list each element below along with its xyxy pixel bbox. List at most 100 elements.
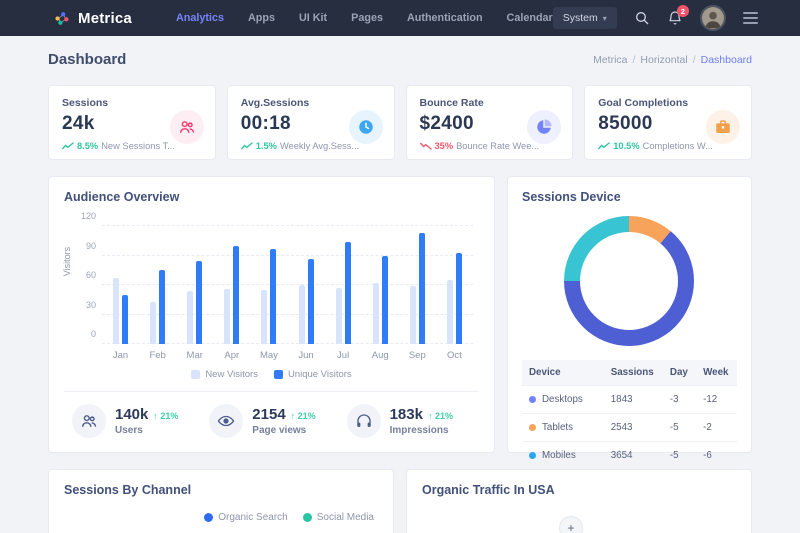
audience-stat-users: 140k↑ 21%Users <box>72 404 178 438</box>
users-icon <box>72 404 106 438</box>
device-cell: Desktops <box>522 386 604 414</box>
device-dot-icon <box>529 452 536 459</box>
headphones-icon <box>347 404 381 438</box>
breadcrumb-item-metrica[interactable]: Metrica <box>593 54 627 66</box>
y-axis-label: Visitors <box>62 247 72 276</box>
page-title: Dashboard <box>48 51 126 68</box>
channel-legend-item-social-media[interactable]: Social Media <box>303 512 374 523</box>
bar-chart-x-labels: JanFebMarAprMayJunJulAugSepOct <box>102 350 473 361</box>
audience-stat-value: 183k↑ 21% <box>390 406 453 423</box>
nav-item-apps[interactable]: Apps <box>248 12 275 24</box>
y-tick-label: 0 <box>72 329 96 339</box>
avatar[interactable] <box>700 5 726 31</box>
day-cell: -5 <box>663 442 696 470</box>
audience-overview-card: Audience Overview 0306090120Visitors Jan… <box>48 176 495 453</box>
bar-new-visitors-jan <box>113 278 119 344</box>
bar-group-jun <box>287 226 324 344</box>
audience-stat-label: Page views <box>252 425 315 436</box>
organic-traffic-card: Organic Traffic In USA + <box>406 469 752 533</box>
breadcrumb-separator: / <box>633 54 636 66</box>
audience-stat-label: Impressions <box>390 425 453 436</box>
trend-text: New Sessions T... <box>101 141 175 151</box>
users-icon <box>170 110 204 144</box>
week-cell: -6 <box>696 442 737 470</box>
x-tick-label: Sep <box>399 350 436 361</box>
nav-item-ui-kit[interactable]: UI Kit <box>299 12 327 24</box>
x-tick-label: Feb <box>139 350 176 361</box>
bar-new-visitors-jul <box>336 288 342 344</box>
breadcrumb-item-horizontal[interactable]: Horizontal <box>640 54 687 66</box>
metrica-logo-icon <box>54 10 71 27</box>
legend-item-unique-visitors[interactable]: Unique Visitors <box>274 369 352 380</box>
bar-group-feb <box>139 226 176 344</box>
menu-toggle-icon[interactable] <box>743 12 758 24</box>
stat-label: Bounce Rate <box>420 97 560 109</box>
bar-new-visitors-aug <box>373 283 379 344</box>
stat-cards-row: Sessions24k8.5%New Sessions T...Avg.Sess… <box>0 85 800 160</box>
trend-percent: 35% <box>435 141 454 151</box>
trend-percent: 1.5% <box>256 141 277 151</box>
nav-item-analytics[interactable]: Analytics <box>176 12 224 24</box>
organic-traffic-title: Organic Traffic In USA <box>422 483 736 497</box>
breadcrumb-item-dashboard[interactable]: Dashboard <box>701 54 752 66</box>
search-button[interactable] <box>634 10 650 26</box>
x-tick-label: May <box>250 350 287 361</box>
bar-new-visitors-mar <box>187 291 193 344</box>
top-navbar: Metrica Analytics Apps UI Kit Pages Authenti… <box>0 0 800 36</box>
device-table-header-sassions: Sassions <box>604 360 663 386</box>
bar-group-jan <box>102 226 139 344</box>
channel-legend-item-organic-search[interactable]: Organic Search <box>204 512 287 523</box>
sessions-device-title: Sessions Device <box>522 190 737 204</box>
legend-item-new-visitors[interactable]: New Visitors <box>191 369 258 380</box>
nav-item-authentication[interactable]: Authentication <box>407 12 483 24</box>
system-dropdown[interactable]: System ▾ <box>553 7 617 29</box>
legend-label: New Visitors <box>205 369 258 380</box>
bar-new-visitors-may <box>261 290 267 344</box>
sessions-cell: 1843 <box>604 386 663 414</box>
bar-unique-visitors-jun <box>308 259 314 344</box>
nav-item-calendar[interactable]: Calendar <box>507 12 553 24</box>
x-tick-label: Apr <box>213 350 250 361</box>
audience-stats-row: 140k↑ 21%Users2154↑ 21%Page views183k↑ 2… <box>64 391 479 438</box>
audience-stat-delta: ↑ 21% <box>153 411 178 421</box>
bar-unique-visitors-may <box>270 249 276 344</box>
audience-stat-impressions: 183k↑ 21% Impressions <box>347 404 453 438</box>
nav-item-pages[interactable]: Pages <box>351 12 383 24</box>
bar-unique-visitors-jan <box>122 295 128 344</box>
y-tick-label: 120 <box>72 211 96 221</box>
x-tick-label: Jun <box>287 350 324 361</box>
week-cell: -12 <box>696 386 737 414</box>
audience-overview-title: Audience Overview <box>64 190 479 204</box>
sessions-by-channel-card: Sessions By Channel Organic SearchSocial… <box>48 469 394 533</box>
navbar-right: System ▾ 2 <box>553 5 758 31</box>
bar-groups <box>102 226 473 344</box>
nav-menu: Analytics Apps UI Kit Pages Authentication Ca… <box>176 12 553 24</box>
map-zoom-in-button[interactable]: + <box>559 516 583 533</box>
legend-dot <box>204 513 213 522</box>
trend-text: Bounce Rate Wee... <box>456 141 539 151</box>
bar-new-visitors-sep <box>410 286 416 344</box>
stat-card-sessions: Sessions24k8.5%New Sessions T... <box>48 85 216 160</box>
device-cell: Mobiles <box>522 442 604 470</box>
bar-group-jul <box>325 226 362 344</box>
breadcrumb: Metrica / Horizontal / Dashboard <box>593 54 752 66</box>
legend-label: Social Media <box>317 512 374 523</box>
bar-group-oct <box>436 226 473 344</box>
bar-unique-visitors-apr <box>233 246 239 344</box>
trend-up-icon <box>598 142 610 150</box>
search-icon <box>634 10 650 26</box>
bar-unique-visitors-aug <box>382 256 388 345</box>
stat-card-goal-completions: Goal Completions8500010.5%Completions W.… <box>584 85 752 160</box>
trend-text: Completions W... <box>643 141 713 151</box>
notification-badge: 2 <box>677 5 689 17</box>
x-tick-label: Jul <box>325 350 362 361</box>
brand[interactable]: Metrica <box>54 10 132 27</box>
legend-dot <box>303 513 312 522</box>
stat-card-bounce-rate: Bounce Rate$240035%Bounce Rate Wee... <box>406 85 574 160</box>
donut-chart <box>564 216 694 346</box>
breadcrumb-separator: / <box>693 54 696 66</box>
bar-new-visitors-apr <box>224 289 230 344</box>
notifications-button[interactable]: 2 <box>667 10 683 26</box>
sessions-cell: 3654 <box>604 442 663 470</box>
x-tick-label: Oct <box>436 350 473 361</box>
